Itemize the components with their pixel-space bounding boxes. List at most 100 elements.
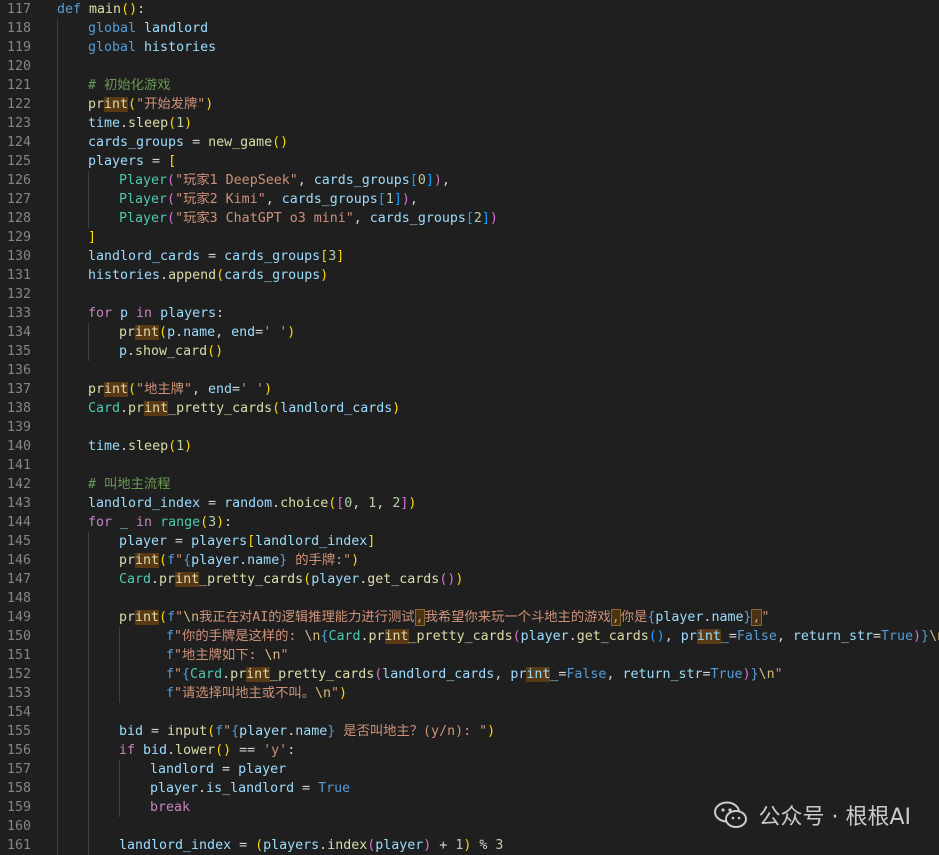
code-line[interactable]: 138 Card.print_pretty_cards(landlord_card… [0,399,939,418]
code-token: " [761,610,770,625]
code-line[interactable]: 139 [0,418,939,437]
code-token: \n [183,610,200,625]
indent-guide [57,741,58,760]
code-line[interactable]: 143 landlord_index = random.choice([0, 1,… [0,494,939,513]
code-line[interactable]: 123 time.sleep(1) [0,114,939,133]
code-token: True [710,667,743,682]
code-line[interactable]: 144 for _ in range(3): [0,513,939,532]
code-token: ) [455,572,464,587]
code-token: \n [929,629,939,644]
code-token: name [711,610,744,625]
line-number: 142 [6,477,31,492]
code-token: p [120,306,129,321]
code-line[interactable]: 119 global histories [0,38,939,57]
line-number: 122 [6,97,31,112]
indent-guide [119,665,120,684]
code-token: "地主牌" [136,382,192,397]
code-line[interactable]: 156 if bid.lower() == 'y': [0,741,939,760]
code-line[interactable]: 142 # 叫地主流程 [0,475,939,494]
line-number: 121 [6,78,31,93]
code-line[interactable]: 161 landlord_index = (players.index(playe… [0,836,939,855]
code-text: f"{Card.print_pretty_cards(landlord_card… [166,665,783,684]
code-token: ( [216,268,225,283]
code-token: [ [377,192,386,207]
code-line[interactable]: 124 cards_groups = new_game() [0,133,939,152]
indent-guide [119,760,120,779]
code-token: range [160,515,201,530]
code-line[interactable]: 130 landlord_cards = cards_groups[3] [0,247,939,266]
code-token: [ [409,173,418,188]
code-line[interactable]: 148 [0,589,939,608]
code-line[interactable]: 140 time.sleep(1) [0,437,939,456]
code-token: [ [465,211,474,226]
indent-guide [88,570,89,589]
code-line[interactable]: 117 def main(): [0,0,939,19]
code-token: () [121,2,138,17]
code-token: landlord_index [88,496,201,511]
code-line[interactable]: 154 [0,703,939,722]
code-line[interactable]: 137 print("地主牌", end=' ') [0,380,939,399]
code-token: f [166,667,175,682]
code-line[interactable]: 141 [0,456,939,475]
code-line[interactable]: 131 histories.append(cards_groups) [0,266,939,285]
code-line[interactable]: 145 player = players[landlord_index] [0,532,939,551]
code-token: = [294,781,319,796]
code-token: players [88,154,145,169]
code-token: . [167,743,176,758]
code-token: pr [159,572,176,587]
code-line[interactable]: 149 print(f"\n我正在对AI的逻辑推理能力进行测试,我希望你来玩一个斗… [0,608,939,627]
code-line[interactable]: 126 Player("玩家1 DeepSeek", cards_groups[0… [0,171,939,190]
code-line[interactable]: 146 print(f"{player.name} 的手牌:") [0,551,939,570]
code-line[interactable]: 135 p.show_card() [0,342,939,361]
code-token: Card [190,667,223,682]
code-line[interactable]: 121 # 初始化游戏 [0,76,939,95]
indent-guide [57,114,58,133]
indent-guide [57,570,58,589]
code-line[interactable]: 155 bid = input(f"{player.name} 是否叫地主？(y/… [0,722,939,741]
code-token: f [166,686,175,701]
code-token: int [135,325,160,340]
code-token: } [921,629,930,644]
code-line[interactable]: 120 [0,57,939,76]
code-token: f [167,610,176,625]
code-token: pr [88,97,105,112]
code-line[interactable]: 122 print("开始发牌") [0,95,939,114]
code-line[interactable]: 127 Player("玩家2 Kimi", cards_groups[1]), [0,190,939,209]
code-token: int [246,667,271,682]
code-text: break [150,798,190,817]
code-line[interactable]: 132 [0,285,939,304]
line-number: 118 [6,21,31,36]
code-token: . [127,344,136,359]
code-token: cards_groups [369,211,466,226]
indent-guide [57,494,58,513]
code-line[interactable]: 136 [0,361,939,380]
code-token: histories [88,268,161,283]
code-token: ( [512,629,521,644]
line-number: 153 [6,686,31,701]
code-token: Player [119,211,168,226]
code-line[interactable]: 157 landlord = player [0,760,939,779]
code-token: . [175,325,184,340]
code-line[interactable]: 133 for p in players: [0,304,939,323]
code-line[interactable]: 153 f"请选择叫地主或不叫。\n") [0,684,939,703]
code-token: int [104,97,129,112]
code-text: print(f"{player.name} 的手牌:") [119,551,359,570]
indent-guide [119,684,120,703]
code-line[interactable]: 128 Player("玩家3 ChatGPT o3 mini", cards_g… [0,209,939,228]
code-line[interactable]: 158 player.is_landlord = True [0,779,939,798]
code-editor[interactable]: 117 def main(): 118 global landlord 119 globa… [0,0,939,855]
code-line[interactable]: 134 print(p.name, end=' ') [0,323,939,342]
code-line[interactable]: 125 players = [ [0,152,939,171]
code-token: () [207,344,224,359]
code-line[interactable]: 152 f"{Card.print_pretty_cards(landlord_c… [0,665,939,684]
code-line[interactable]: 129] [0,228,939,247]
code-token: index [327,838,368,853]
code-line[interactable]: 118 global landlord [0,19,939,38]
code-token: bid [143,743,168,758]
code-line[interactable]: 151 f"地主牌如下: \n" [0,646,939,665]
code-line[interactable]: 147 Card.print_pretty_cards(player.get_ca… [0,570,939,589]
code-token: " [280,648,289,663]
code-line[interactable]: 150 f"你的手牌是这样的: \n{Card.print_pretty_card… [0,627,939,646]
line-number: 127 [6,192,31,207]
code-token: . [239,553,248,568]
